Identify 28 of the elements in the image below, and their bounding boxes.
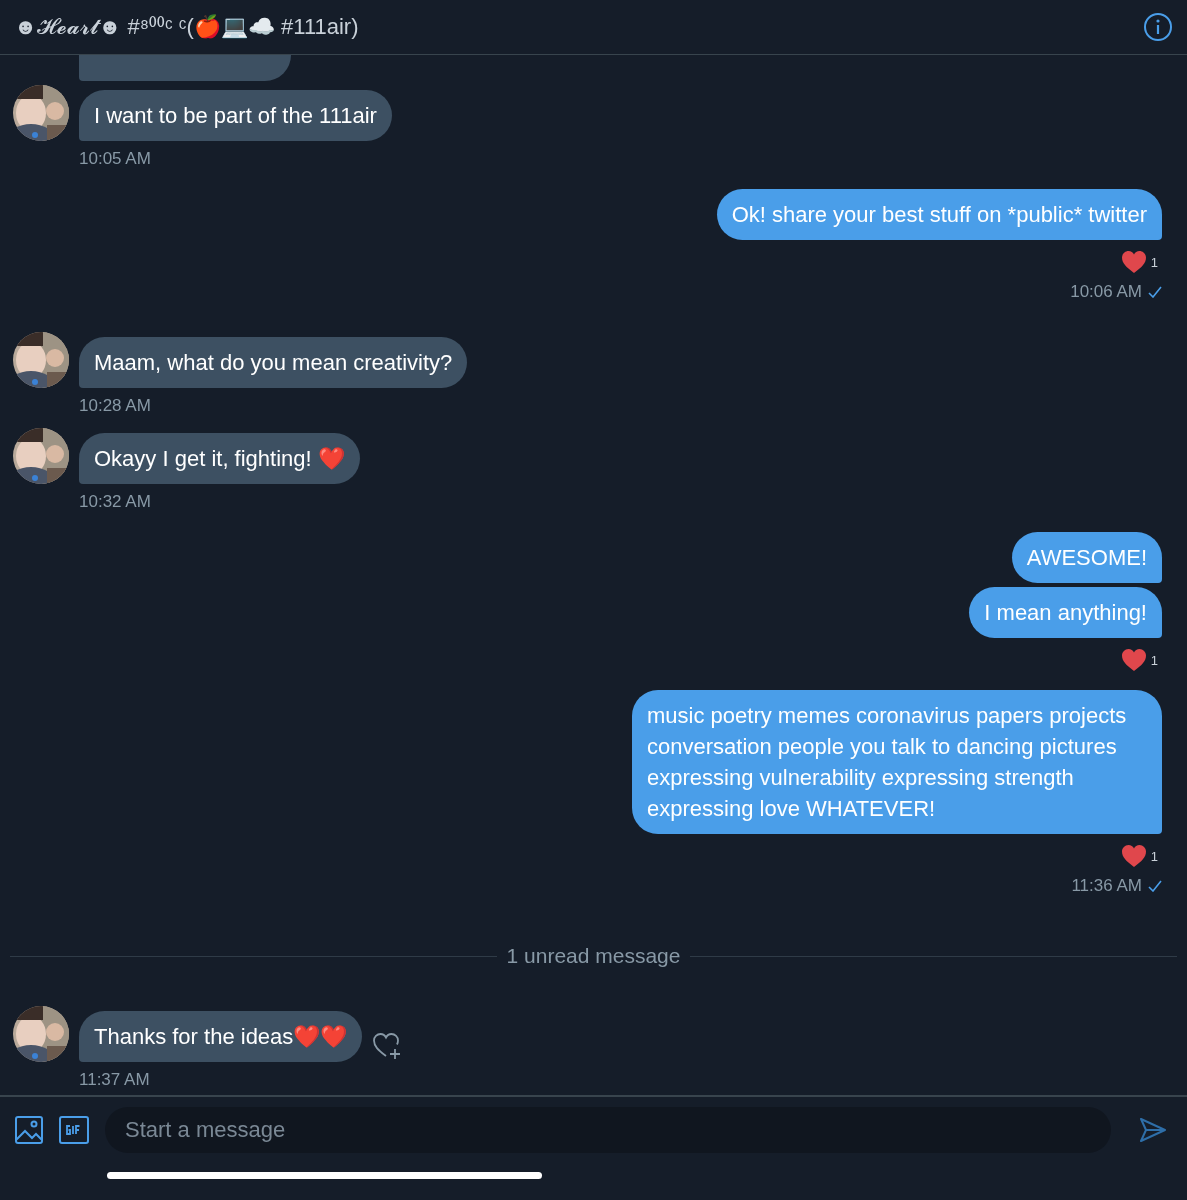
message-bubble: I mean anything! — [969, 587, 1162, 638]
send-icon[interactable] — [1139, 1117, 1167, 1143]
message-time: 11:37 AM — [79, 1070, 150, 1090]
message-bubble: I want to be part of the 111air — [79, 90, 392, 141]
message-bubble: Maam, what do you mean creativity? — [79, 337, 468, 388]
reaction-count: 1 — [1150, 652, 1158, 668]
message-bubble: music poetry memes coronavirus papers projects conversation people you talk to dancing pictures expressing vulnerability expressing strength expressing love WHATEVER! — [632, 690, 1162, 834]
chat-title: ☻𝓗𝓮𝓪𝓻𝓽☻ #⁸⁰⁰ᶜ ᶜ(🍎💻☁ #111air) — [14, 14, 360, 40]
info-icon[interactable] — [1143, 12, 1173, 42]
reaction-count: 1 — [1150, 848, 1158, 864]
heart-reaction-icon[interactable] — [1120, 844, 1147, 868]
message-bubble: AWESOME! — [1011, 532, 1162, 583]
message-time: 11:36 AM — [1071, 876, 1142, 896]
message-time: 10:05 AM — [79, 149, 151, 169]
image-icon[interactable] — [15, 1116, 43, 1144]
message-time: 10:32 AM — [79, 492, 151, 512]
message-bubble: Okayy I get it, fighting! ❤ — [79, 433, 360, 484]
unread-divider-label: 1 unread message — [506, 944, 681, 968]
message-bubble: Ok! share your best stuff on *public* twitter — [716, 189, 1162, 240]
add-reaction-icon[interactable] — [372, 1030, 403, 1060]
gif-icon[interactable] — [59, 1116, 89, 1144]
heart-reaction-icon[interactable] — [1120, 250, 1147, 274]
reaction-count: 1 — [1150, 254, 1158, 270]
heart-reaction-icon[interactable] — [1120, 648, 1147, 672]
message-time: 10:06 AM — [1070, 282, 1142, 302]
message-bubble: Thanks for the ideas❤❤ — [79, 1011, 363, 1062]
message-time: 10:28 AM — [79, 396, 151, 416]
message-input[interactable]: Start a message — [105, 1107, 1111, 1153]
